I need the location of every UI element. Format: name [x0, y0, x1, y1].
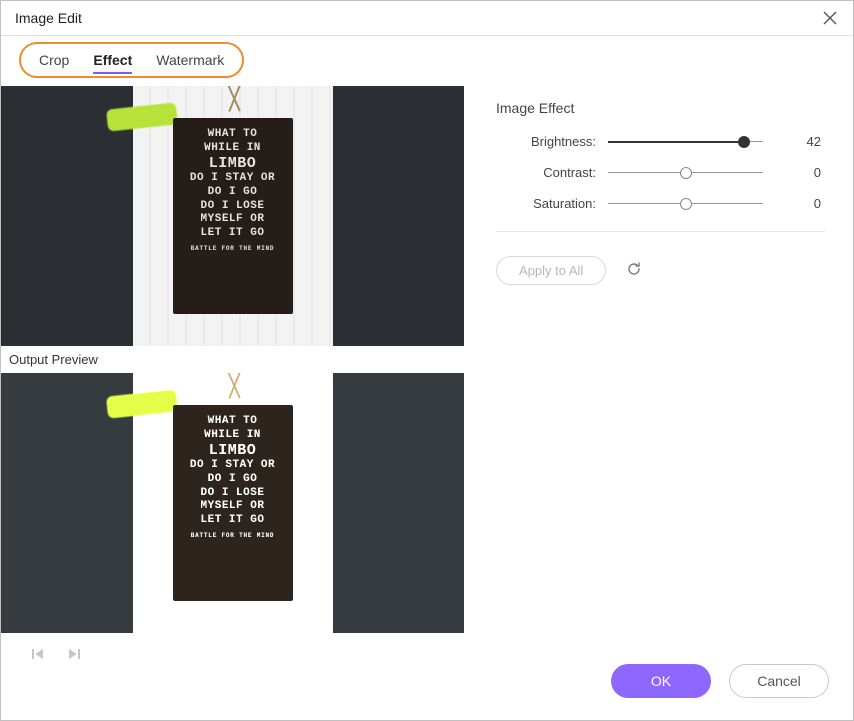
output-preview-label: Output Preview: [1, 346, 464, 373]
saturation-value: 0: [775, 196, 825, 211]
brightness-row: Brightness: 42: [496, 134, 825, 149]
cancel-button[interactable]: Cancel: [729, 664, 829, 698]
footer: OK Cancel: [1, 646, 853, 720]
poster-line: WHAT TO: [177, 415, 289, 429]
poster-footer: BATTLE FOR THE MIND: [177, 245, 289, 252]
poster: WHAT TO WHILE IN LIMBO DO I STAY OR DO I…: [173, 118, 293, 314]
poster-line: DO I STAY OR: [177, 172, 289, 186]
saturation-row: Saturation: 0: [496, 196, 825, 211]
ok-button[interactable]: OK: [611, 664, 711, 698]
poster-line: LET IT GO: [177, 227, 289, 241]
brightness-slider[interactable]: [608, 135, 763, 149]
apply-to-all-button[interactable]: Apply to All: [496, 256, 606, 285]
window-title: Image Edit: [15, 10, 82, 26]
poster-line: DO I GO: [177, 186, 289, 200]
poster-line: MYSELF OR: [177, 500, 289, 514]
poster-line: LIMBO: [177, 443, 289, 460]
green-swipe: [106, 102, 178, 131]
brightness-value: 42: [775, 134, 825, 149]
preview-image: WHAT TO WHILE IN LIMBO DO I STAY OR DO I…: [133, 86, 333, 346]
poster-line: DO I LOSE: [177, 200, 289, 214]
poster-line: LIMBO: [177, 156, 289, 173]
reset-icon[interactable]: [626, 261, 642, 280]
tab-crop[interactable]: Crop: [39, 50, 69, 70]
preview-image-output: WHAT TO WHILE IN LIMBO DO I STAY OR DO I…: [133, 373, 333, 633]
brightness-label: Brightness:: [496, 134, 596, 149]
main: WHAT TO WHILE IN LIMBO DO I STAY OR DO I…: [1, 78, 853, 678]
apply-row: Apply to All: [496, 256, 825, 285]
source-preview: WHAT TO WHILE IN LIMBO DO I STAY OR DO I…: [1, 86, 464, 346]
contrast-value: 0: [775, 165, 825, 180]
tabs-container: Crop Effect Watermark: [1, 36, 853, 78]
contrast-row: Contrast: 0: [496, 165, 825, 180]
tab-effect[interactable]: Effect: [93, 50, 132, 70]
poster-footer: BATTLE FOR THE MIND: [177, 532, 289, 539]
poster-line: WHAT TO: [177, 128, 289, 142]
close-icon[interactable]: [821, 9, 839, 27]
poster-line: LET IT GO: [177, 514, 289, 528]
contrast-slider[interactable]: [608, 166, 763, 180]
effect-panel: Image Effect Brightness: 42 Contrast: 0 …: [464, 86, 835, 678]
contrast-label: Contrast:: [496, 165, 596, 180]
divider: [496, 231, 825, 232]
poster-line: WHILE IN: [177, 142, 289, 156]
tab-watermark[interactable]: Watermark: [156, 50, 224, 70]
left-column: WHAT TO WHILE IN LIMBO DO I STAY OR DO I…: [1, 86, 464, 678]
tabs: Crop Effect Watermark: [19, 42, 244, 78]
poster-line: DO I STAY OR: [177, 459, 289, 473]
section-title: Image Effect: [496, 100, 825, 116]
titlebar: Image Edit: [1, 1, 853, 36]
output-preview: WHAT TO WHILE IN LIMBO DO I STAY OR DO I…: [1, 373, 464, 633]
poster-output: WHAT TO WHILE IN LIMBO DO I STAY OR DO I…: [173, 405, 293, 601]
saturation-slider[interactable]: [608, 197, 763, 211]
saturation-label: Saturation:: [496, 196, 596, 211]
green-swipe: [106, 389, 178, 418]
poster-line: MYSELF OR: [177, 213, 289, 227]
poster-line: DO I GO: [177, 473, 289, 487]
poster-line: DO I LOSE: [177, 487, 289, 501]
poster-line: WHILE IN: [177, 429, 289, 443]
